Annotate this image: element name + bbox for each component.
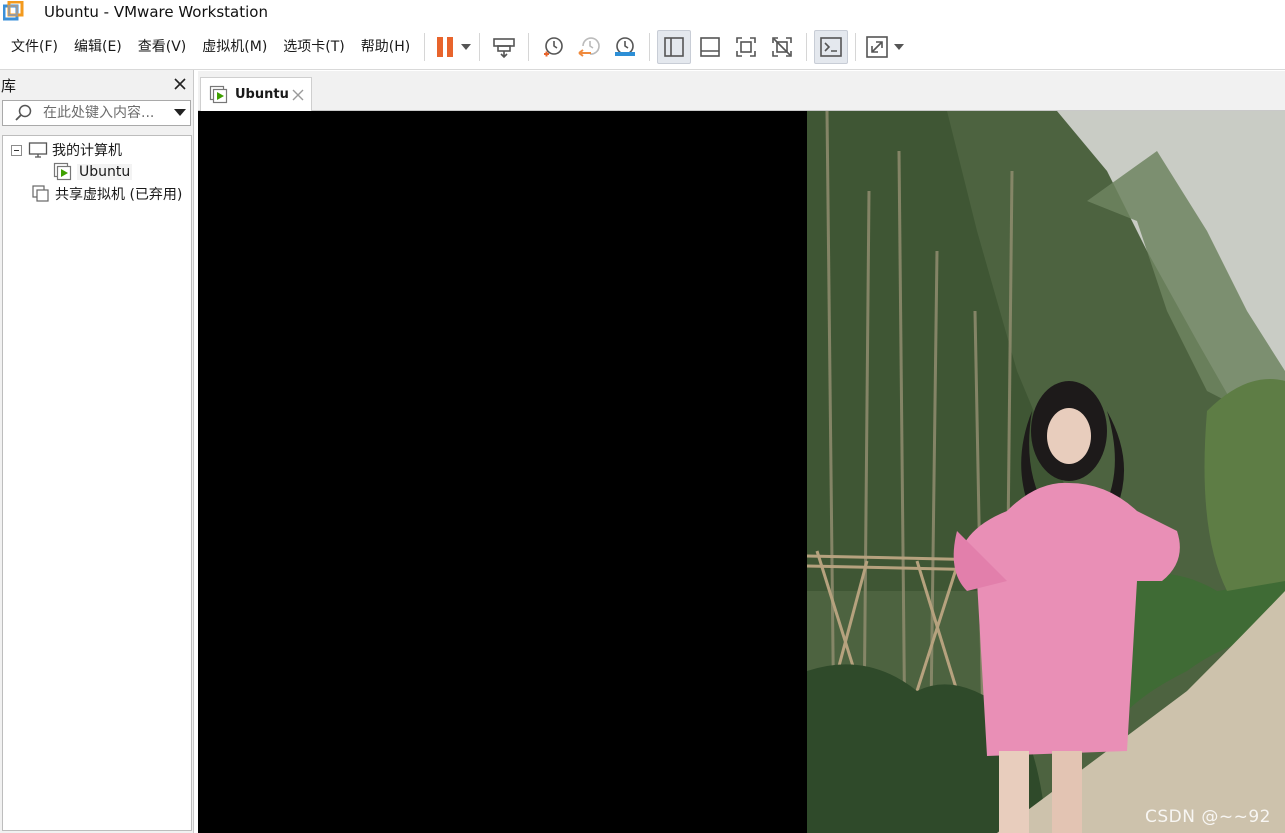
tree-label-ubuntu: Ubuntu — [77, 164, 133, 180]
toolbar-separator — [806, 32, 808, 61]
tree-item-ubuntu[interactable]: Ubuntu — [53, 161, 133, 183]
window-title: Ubuntu - VMware Workstation — [44, 3, 268, 21]
unity-mode-icon — [772, 36, 793, 57]
library-tree: 我的计算机 Ubuntu 共享虚拟机 (已弃用) — [2, 135, 192, 831]
pause-button[interactable] — [432, 30, 458, 64]
toolbar-separator — [649, 32, 651, 61]
toolbar: 文件(F) 编辑(E) 查看(V) 虚拟机(M) 选项卡(T) 帮助(H) — [0, 24, 1285, 70]
show-thumbnail-bar-button[interactable] — [693, 30, 727, 64]
toolbar-separator — [424, 32, 426, 61]
video-scene-image — [807, 111, 1285, 833]
stretch-icon — [866, 35, 889, 58]
stretch-dropdown-button[interactable] — [892, 30, 906, 64]
toolbar-separator — [855, 32, 857, 61]
watermark-text: CSDN @~~92 — [1145, 807, 1271, 827]
vm-running-icon — [209, 85, 228, 103]
tree-label-my-computer: 我的计算机 — [52, 143, 122, 159]
library-header: 库 — [0, 70, 193, 100]
vmware-logo-icon — [2, 0, 25, 23]
tab-strip: Ubuntu — [198, 71, 1285, 111]
menu-edit[interactable]: 编辑(E) — [66, 33, 130, 61]
tab-label: Ubuntu — [235, 87, 289, 102]
keyboard-send-icon — [493, 37, 516, 58]
guest-video-frame: CSDN @~~92 — [807, 111, 1285, 833]
show-library-button[interactable] — [657, 29, 692, 64]
stretch-guest-button[interactable] — [863, 30, 891, 64]
chevron-down-icon — [894, 43, 905, 50]
menu-vm[interactable]: 虚拟机(M) — [194, 33, 275, 61]
close-library-button[interactable] — [171, 76, 189, 94]
console-view-button[interactable] — [814, 29, 849, 64]
toolbar-separator — [479, 32, 481, 61]
revert-snapshot-icon — [578, 36, 601, 57]
library-title: 库 — [1, 76, 17, 95]
tree-item-shared-vms[interactable]: 共享虚拟机 (已弃用) — [31, 183, 182, 205]
title-bar: Ubuntu - VMware Workstation — [0, 0, 1285, 24]
shared-vm-icon — [32, 185, 49, 202]
toolbar-separator — [528, 32, 530, 61]
menu-tabs[interactable]: 选项卡(T) — [275, 33, 352, 61]
close-icon — [292, 89, 304, 101]
take-snapshot-button[interactable] — [536, 30, 570, 64]
search-dropdown-arrow[interactable] — [174, 109, 186, 116]
menu-bar: 文件(F) 编辑(E) 查看(V) 虚拟机(M) 选项卡(T) 帮助(H) — [0, 24, 418, 69]
snapshot-clock-icon — [544, 36, 564, 56]
collapse-toggle[interactable] — [11, 144, 22, 156]
chevron-down-icon — [461, 43, 472, 50]
library-panel-icon — [664, 36, 685, 57]
tab-ubuntu[interactable]: Ubuntu — [200, 77, 312, 111]
vm-console-display[interactable]: CSDN @~~92 — [198, 111, 1285, 833]
library-panel: 库 我的计算机 — [0, 70, 194, 833]
tree-label-shared-vms: 共享虚拟机 (已弃用) — [55, 187, 183, 203]
unity-mode-button[interactable] — [765, 30, 799, 64]
snapshot-manager-icon — [615, 36, 636, 56]
full-screen-button[interactable] — [729, 30, 763, 64]
close-icon — [174, 78, 186, 90]
close-tab-button[interactable] — [292, 84, 304, 105]
pause-icon — [437, 36, 454, 57]
menu-help[interactable]: 帮助(H) — [353, 33, 418, 61]
menu-view[interactable]: 查看(V) — [130, 33, 195, 61]
terminal-icon — [820, 36, 843, 57]
power-dropdown-button[interactable] — [459, 30, 473, 64]
full-screen-icon — [736, 36, 757, 57]
computer-icon — [28, 142, 48, 158]
library-search-box[interactable] — [2, 100, 191, 126]
revert-snapshot-button[interactable] — [572, 30, 606, 64]
vmware-workstation-window: Ubuntu - VMware Workstation 文件(F) 编辑(E) … — [0, 0, 1285, 833]
library-search-input[interactable] — [43, 105, 173, 121]
send-ctrl-alt-del-button[interactable] — [487, 30, 521, 64]
vm-running-icon — [53, 162, 72, 181]
search-icon — [13, 101, 35, 125]
snapshot-manager-button[interactable] — [608, 30, 642, 64]
thumbnail-bar-icon — [700, 36, 721, 57]
menu-file[interactable]: 文件(F) — [3, 33, 66, 61]
tree-item-my-computer[interactable]: 我的计算机 — [11, 139, 122, 161]
